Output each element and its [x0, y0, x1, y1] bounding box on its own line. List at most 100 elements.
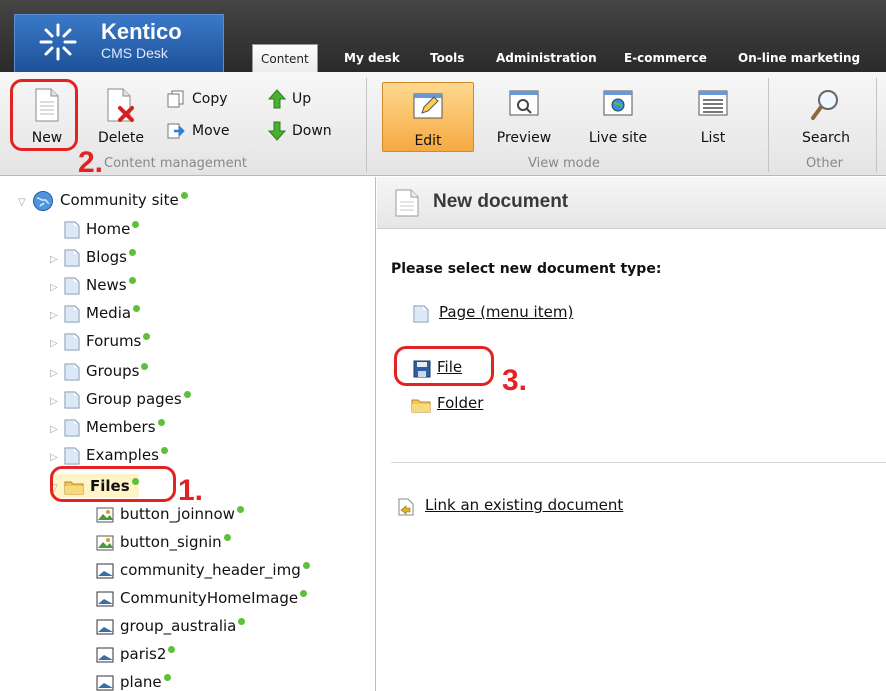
tab-on-line-marketing[interactable]: On-line marketing: [730, 44, 868, 72]
up-button[interactable]: Up: [267, 88, 312, 110]
page-icon: [64, 305, 80, 322]
expand-arrow-icon[interactable]: ▷: [50, 418, 64, 442]
published-status-dot: [180, 192, 188, 199]
tree-node-blogs[interactable]: ▷ Blogs: [50, 245, 136, 269]
file-link[interactable]: File: [437, 358, 462, 376]
arrow-down-icon: [267, 121, 287, 141]
new-document-icon: [35, 88, 59, 122]
arrow-up-icon: [267, 89, 287, 109]
image-file-icon: [96, 535, 114, 550]
document-icon: [395, 189, 419, 217]
tree-node-file[interactable]: button_signin: [82, 530, 231, 554]
tree-node-file[interactable]: community_header_img: [82, 558, 310, 582]
tree-node-label: News: [86, 276, 127, 294]
file-save-icon: [413, 360, 431, 378]
published-status-dot: [163, 674, 171, 681]
new-button[interactable]: New: [12, 80, 82, 150]
tree-node-label: Files: [90, 477, 130, 495]
copy-button[interactable]: Copy: [166, 88, 228, 110]
tree-node-examples[interactable]: ▷ Examples: [50, 443, 168, 467]
tab-content[interactable]: Content: [252, 44, 318, 72]
search-button-label: Search: [801, 130, 851, 146]
tab-tools[interactable]: Tools: [422, 44, 472, 72]
tree-node-group-pages[interactable]: ▷ Group pages: [50, 387, 191, 411]
list-button[interactable]: List: [676, 80, 750, 150]
edit-button-label: Edit: [414, 133, 442, 149]
preview-button-label: Preview: [496, 130, 552, 146]
edit-button[interactable]: Edit: [382, 82, 474, 152]
move-button[interactable]: Move: [166, 120, 230, 142]
expand-arrow-icon[interactable]: ▷: [50, 248, 64, 272]
content-management-group-label: Content management: [104, 156, 247, 171]
content-tree: ▽ Community site Home ▷ Blogs ▷ News ▷ Media…: [0, 177, 376, 691]
published-status-dot: [236, 506, 244, 513]
published-status-dot: [302, 562, 310, 569]
tab-e-commerce[interactable]: E-commerce: [616, 44, 715, 72]
ribbon-toolbar: New Delete Copy Move Up Down Content man…: [0, 72, 886, 176]
tab-administration[interactable]: Administration: [488, 44, 605, 72]
search-icon: [811, 90, 838, 120]
page-menu-item-link[interactable]: Page (menu item): [439, 303, 573, 321]
tree-node-label: Members: [86, 418, 156, 436]
tree-node-label: plane: [120, 673, 162, 691]
published-status-dot: [128, 277, 136, 284]
copy-label: Copy: [192, 91, 228, 107]
ribbon-separator: [366, 78, 367, 172]
tree-node-label: Community site: [60, 191, 179, 209]
live-site-button[interactable]: Live site: [580, 80, 656, 150]
tree-node-file[interactable]: CommunityHomeImage: [82, 586, 308, 610]
preview-button[interactable]: Preview: [486, 80, 562, 150]
page-icon: [64, 447, 80, 464]
expand-arrow-icon[interactable]: ▷: [50, 276, 64, 300]
expand-arrow-icon[interactable]: ▷: [50, 304, 64, 328]
ribbon-separator: [876, 78, 877, 172]
collapse-arrow-icon[interactable]: ▽: [50, 477, 64, 501]
tree-node-label: Groups: [86, 362, 140, 380]
tree-node-members[interactable]: ▷ Members: [50, 415, 165, 439]
folder-link[interactable]: Folder: [437, 394, 483, 412]
link-document-icon: [398, 498, 414, 516]
delete-button[interactable]: Delete: [86, 80, 156, 150]
published-status-dot: [183, 391, 191, 398]
up-label: Up: [292, 91, 312, 107]
other-group-label: Other: [806, 156, 843, 171]
tab-my-desk[interactable]: My desk: [336, 44, 408, 72]
kentico-logo[interactable]: Kentico CMS Desk: [14, 14, 224, 72]
image-file-icon: [96, 675, 114, 690]
tree-node-label: group_australia: [120, 617, 237, 635]
tree-node-file[interactable]: paris2: [82, 642, 176, 666]
delete-button-label: Delete: [98, 130, 144, 146]
edit-icon: [413, 93, 443, 119]
published-status-dot: [168, 646, 176, 653]
down-button[interactable]: Down: [267, 120, 332, 142]
link-existing-document[interactable]: Link an existing document: [425, 496, 623, 514]
logo-brand: Kentico: [101, 19, 182, 44]
expand-arrow-icon[interactable]: ▷: [50, 446, 64, 470]
search-button[interactable]: Search: [786, 80, 866, 150]
collapse-arrow-icon[interactable]: ▽: [18, 191, 32, 215]
tree-node-file[interactable]: group_australia: [82, 614, 246, 638]
tree-node-media[interactable]: ▷ Media: [50, 301, 141, 328]
tree-node-groups[interactable]: ▷ Groups: [50, 359, 149, 386]
tree-node-file[interactable]: plane: [82, 670, 171, 691]
tree-node-news[interactable]: ▷ News: [50, 273, 136, 297]
tree-node-label: Home: [86, 220, 131, 238]
image-file-icon: [96, 591, 114, 606]
view-mode-group-label: View mode: [528, 156, 600, 171]
page-icon: [413, 305, 429, 323]
expand-arrow-icon[interactable]: ▷: [50, 332, 64, 356]
published-status-dot: [300, 590, 308, 597]
page-icon: [64, 363, 80, 380]
folder-icon: [411, 399, 431, 413]
tree-node-forums[interactable]: ▷ Forums: [50, 329, 151, 356]
tree-node-community-site[interactable]: ▽ Community site: [18, 188, 188, 212]
published-status-dot: [223, 534, 231, 541]
tree-node-file[interactable]: button_joinnow: [82, 502, 244, 526]
panel-header: New document: [377, 177, 886, 229]
kentico-logo-icon: [39, 23, 77, 61]
tree-node-files[interactable]: ▽ Files: [50, 474, 139, 498]
folder-icon: [64, 481, 84, 494]
expand-arrow-icon[interactable]: ▷: [50, 390, 64, 414]
tree-node-home[interactable]: Home: [50, 217, 140, 241]
expand-arrow-icon[interactable]: ▷: [50, 362, 64, 386]
